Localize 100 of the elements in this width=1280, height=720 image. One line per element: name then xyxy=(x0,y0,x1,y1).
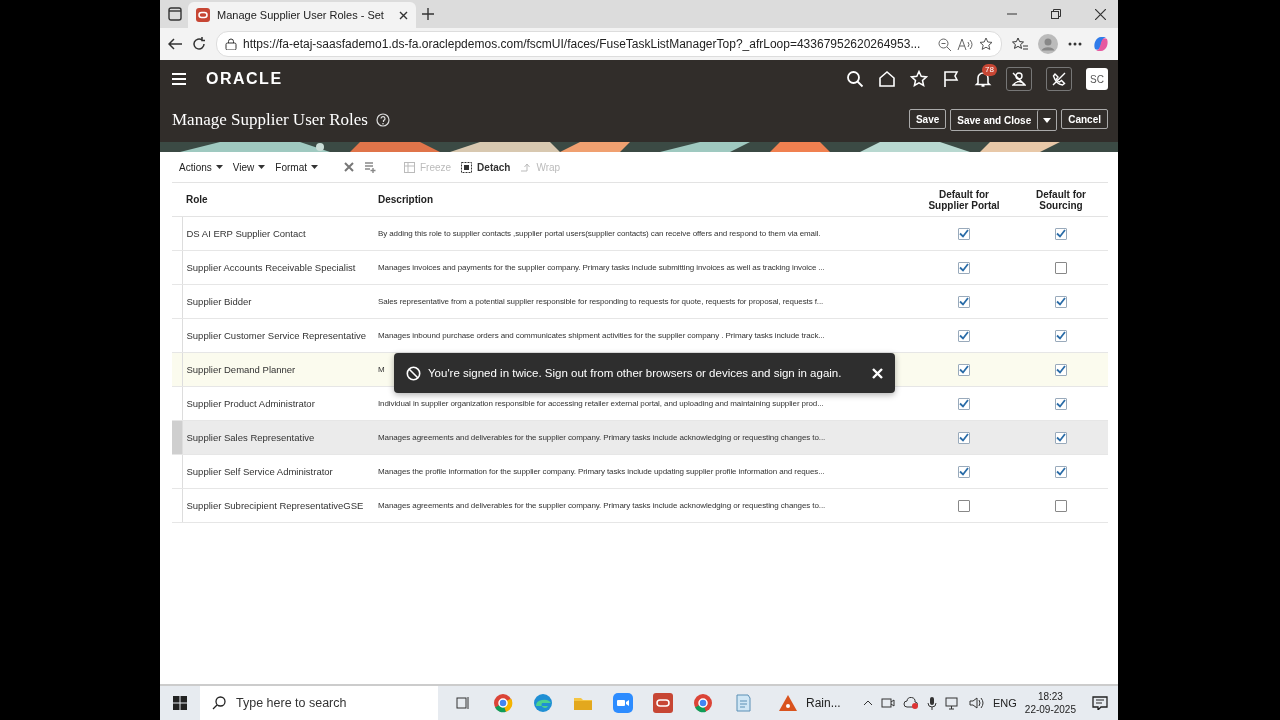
microphone-icon[interactable] xyxy=(927,696,937,710)
warning-icon xyxy=(778,694,798,712)
restore-icon[interactable] xyxy=(1051,9,1061,19)
table-cell: Supplier Subrecipient RepresentativeGSE xyxy=(182,488,374,523)
column-header[interactable]: Description xyxy=(374,182,914,217)
oracle-icon[interactable] xyxy=(652,692,674,714)
delete-icon[interactable] xyxy=(343,162,354,172)
checkbox[interactable] xyxy=(1055,397,1067,410)
checkbox[interactable] xyxy=(1055,261,1067,274)
table-row[interactable]: Supplier Bidder Sales representative from a potential supplier responsible for responding to requests for quote, requests for proposal, requests f... xyxy=(172,284,1108,319)
clock[interactable]: 18:23 22-09-2025 xyxy=(1024,690,1076,716)
profile-icon[interactable] xyxy=(1038,34,1058,54)
checkbox[interactable] xyxy=(1055,499,1067,512)
windows-icon[interactable] xyxy=(173,696,187,710)
column-header[interactable]: Default for Supplier Portal xyxy=(914,182,1014,217)
clock-time: 18:23 xyxy=(1037,690,1063,703)
avatar[interactable]: SC xyxy=(1086,68,1108,90)
favorites-icon[interactable] xyxy=(1012,37,1028,51)
chrome-icon[interactable] xyxy=(692,692,714,714)
checkbox[interactable] xyxy=(1055,329,1067,342)
toast-message: You're signed in twice. Sign out from other browsers or devices and sign in again. xyxy=(428,367,842,379)
weather-button[interactable]: Rain... xyxy=(772,694,841,712)
column-header[interactable]: Role xyxy=(182,182,374,217)
meet-icon[interactable] xyxy=(881,696,895,710)
add-row-icon[interactable] xyxy=(363,161,376,173)
checkbox[interactable] xyxy=(1055,295,1067,308)
chevron-up-icon[interactable] xyxy=(863,700,873,706)
checkbox[interactable] xyxy=(1055,465,1067,478)
action-button[interactable]: Save xyxy=(908,109,947,129)
star-icon[interactable] xyxy=(979,37,993,51)
zoom-app-icon[interactable] xyxy=(612,692,634,714)
checkbox[interactable] xyxy=(958,329,970,342)
menu-button[interactable]: Actions xyxy=(179,161,223,173)
table-row[interactable]: Supplier Self Service Administrator Manages the profile information for the supplier company. Primary tasks include updating supplier profile information and reques... xyxy=(172,454,1108,489)
help-icon[interactable] xyxy=(375,113,390,127)
close-icon[interactable] xyxy=(399,10,408,20)
chrome-icon[interactable] xyxy=(492,692,514,714)
search-placeholder: Type here to search xyxy=(236,696,347,710)
sidebar-icon[interactable] xyxy=(168,7,182,21)
page-title: Manage Supplier User Roles xyxy=(172,110,368,130)
call-off-button[interactable] xyxy=(1046,67,1072,91)
table-row[interactable]: Supplier Subrecipient RepresentativeGSE Manages agreements and deliverables for the supplier company. Primary tasks include acknowledging or requesting changes to... xyxy=(172,488,1108,523)
table-row[interactable]: Supplier Accounts Receivable Specialist Manages invoices and payments for the supplier company. Primary tasks include submitting invoices as well as tracking invoice ... xyxy=(172,250,1108,285)
checkbox[interactable] xyxy=(1055,431,1067,444)
copilot-icon[interactable] xyxy=(1092,35,1110,53)
dropdown-button[interactable] xyxy=(1037,110,1057,130)
table-cell: Manages agreements and deliverables for the supplier company. Primary tasks include acknowledging or requesting changes to... xyxy=(374,488,914,523)
refresh-icon[interactable] xyxy=(192,37,206,51)
menu-button[interactable]: Format xyxy=(275,161,318,173)
zoom-icon[interactable] xyxy=(938,37,951,51)
notifications-icon[interactable] xyxy=(1092,696,1108,710)
language-indicator[interactable]: ENG xyxy=(993,697,1017,709)
network-icon[interactable] xyxy=(945,696,961,710)
caret-icon xyxy=(310,165,318,169)
table-cell: By adding this role to supplier contacts ,supplier portal users(supplier contacts) can receive offers and respond to them via email. xyxy=(374,216,914,251)
checkbox[interactable] xyxy=(958,295,970,308)
detach-icon xyxy=(461,161,473,173)
checkbox[interactable] xyxy=(1055,227,1067,240)
column-header[interactable]: Default for Sourcing xyxy=(1014,182,1108,217)
close-icon[interactable] xyxy=(1095,8,1106,20)
checkbox[interactable] xyxy=(958,261,970,274)
menu-icon[interactable] xyxy=(170,70,188,88)
search-icon[interactable] xyxy=(846,70,864,88)
edge-icon[interactable] xyxy=(532,692,554,714)
browser-tab[interactable]: Manage Supplier User Roles - Set xyxy=(188,2,416,28)
new-tab-icon[interactable] xyxy=(422,8,434,20)
table-cell: Supplier Sales Representative xyxy=(182,420,374,455)
checkbox[interactable] xyxy=(1055,363,1067,376)
flag-icon[interactable] xyxy=(942,70,960,88)
read-aloud-icon[interactable] xyxy=(957,37,973,51)
checkbox[interactable] xyxy=(958,363,970,376)
address-bar[interactable]: https://fa-etaj-saasfademo1.ds-fa.oraclepdemos.com/fscmUI/faces/FuseTaskListManagerTop?_afrLoop=43367952620264953... xyxy=(216,31,1002,57)
checkbox[interactable] xyxy=(958,499,970,512)
checkbox[interactable] xyxy=(958,465,970,478)
person-off-button[interactable] xyxy=(1006,67,1032,91)
table-cell: Supplier Self Service Administrator xyxy=(182,454,374,489)
speaker-icon[interactable] xyxy=(969,696,985,710)
back-icon[interactable] xyxy=(168,38,182,50)
home-icon[interactable] xyxy=(878,70,896,88)
cloud-icon[interactable] xyxy=(903,696,919,710)
table-row[interactable]: DS AI ERP Supplier Contact By adding this role to supplier contacts ,supplier portal users(supplier contacts) can receive offers and respond to them via email. xyxy=(172,216,1108,251)
checkbox[interactable] xyxy=(958,227,970,240)
table-cell: Manages inbound purchase orders and communicates shipment activities for the supplier company . Primary tasks include track... xyxy=(374,318,914,353)
table-cell: Manages invoices and payments for the supplier company. Primary tasks include submitting invoices as well as tracking invoice ... xyxy=(374,250,914,285)
url-text: https://fa-etaj-saasfademo1.ds-fa.oraclepdemos.com/fscmUI/faces/FuseTaskListManagerTop?_afrLoop=43367952620264953... xyxy=(243,37,921,51)
action-button[interactable]: Cancel xyxy=(1061,109,1108,129)
menu-button[interactable]: View xyxy=(232,161,266,173)
checkbox[interactable] xyxy=(958,397,970,410)
lock-icon xyxy=(225,38,237,50)
table-row[interactable]: Supplier Sales Representative Manages agreements and deliverables for the supplier company. Primary tasks include acknowledging or requesting changes to... xyxy=(172,420,1108,455)
phone-icon xyxy=(1052,72,1066,86)
bell-icon[interactable] xyxy=(974,70,992,88)
more-icon[interactable] xyxy=(1068,42,1082,46)
toolbar-button[interactable]: Detach xyxy=(461,161,511,173)
checkbox[interactable] xyxy=(958,431,970,444)
tab-title: Manage Supplier User Roles - Set xyxy=(217,9,385,21)
oracle-logo: ORACLE xyxy=(206,70,283,88)
search-field[interactable]: Type here to search xyxy=(200,686,438,720)
table-row[interactable]: Supplier Customer Service Representative Manages inbound purchase orders and communicates shipment activities for the supplier company . Primary tasks include track... xyxy=(172,318,1108,353)
table-cell: Supplier Customer Service Representative xyxy=(182,318,374,353)
